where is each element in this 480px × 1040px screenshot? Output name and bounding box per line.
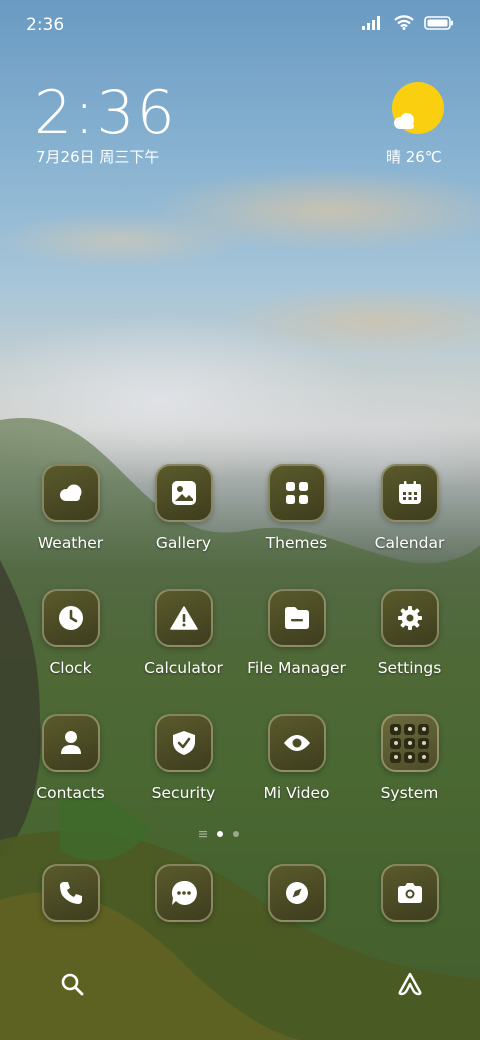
- weather-widget[interactable]: 晴 26℃: [386, 82, 446, 166]
- mini-app-icon: [418, 751, 429, 763]
- app-label: System: [380, 784, 439, 802]
- app-label: Calculator: [144, 659, 223, 677]
- app-mi-video[interactable]: Mi Video: [240, 714, 353, 839]
- app-settings[interactable]: Settings: [353, 589, 466, 714]
- search-icon[interactable]: [60, 972, 84, 996]
- gear-icon: [397, 606, 422, 630]
- app-icon: [41, 864, 100, 922]
- app-icon: [380, 464, 439, 522]
- app-icon: [41, 464, 100, 522]
- app-label: Clock: [49, 659, 92, 677]
- app-label: File Manager: [247, 659, 346, 677]
- app-gallery[interactable]: Gallery: [127, 464, 240, 589]
- compass-icon: [285, 882, 308, 904]
- folder-grid-icon: [380, 714, 439, 772]
- clock-icon: [58, 606, 83, 630]
- mini-app-icon: [418, 723, 429, 735]
- signal-icon: [362, 15, 380, 30]
- mini-app-icon: [390, 737, 401, 749]
- app-label: Gallery: [155, 534, 212, 552]
- warning-triangle-icon: [169, 606, 198, 630]
- shield-check-icon: [172, 731, 195, 755]
- app-calendar[interactable]: Calendar: [353, 464, 466, 589]
- app-security[interactable]: Security: [127, 714, 240, 839]
- app-icon: [267, 864, 326, 922]
- clock-widget-date: 7月26日 周三下午: [36, 148, 160, 166]
- app-label: Mi Video: [263, 784, 330, 802]
- assistant-icon[interactable]: [396, 971, 424, 997]
- app-icon: [380, 589, 439, 647]
- app-icon: [154, 464, 213, 522]
- mini-app-icon: [390, 751, 401, 763]
- mini-app-icon: [404, 723, 415, 735]
- app-icon: [154, 589, 213, 647]
- app-label: Security: [151, 784, 216, 802]
- app-icon: [267, 464, 326, 522]
- dock: [14, 864, 466, 924]
- grid-icon: [285, 482, 308, 504]
- app-themes[interactable]: Themes: [240, 464, 353, 589]
- app-icon: [154, 714, 213, 772]
- app-calculator[interactable]: Calculator: [127, 589, 240, 714]
- page-dot[interactable]: [233, 831, 239, 837]
- app-label: Calendar: [374, 534, 445, 552]
- battery-icon: [424, 15, 453, 30]
- app-system-folder[interactable]: System: [353, 714, 466, 839]
- app-icon: [267, 589, 326, 647]
- mini-app-icon: [418, 737, 429, 749]
- home-screen: 2:36 2:36 7月26日 周三下午 晴 26℃ Weather Galle…: [0, 0, 480, 1040]
- dock-browser[interactable]: [240, 864, 353, 924]
- mini-app-icon: [390, 723, 401, 735]
- mini-app-icon: [404, 737, 415, 749]
- app-icon: [41, 589, 100, 647]
- app-label: Contacts: [36, 784, 105, 802]
- app-file-manager[interactable]: File Manager: [240, 589, 353, 714]
- app-icon: [154, 864, 213, 922]
- folder-icon: [284, 607, 309, 629]
- wifi-icon: [394, 15, 414, 30]
- menu-lines-icon: [199, 831, 207, 838]
- bottom-bar: [0, 965, 480, 1005]
- app-weather[interactable]: Weather: [14, 464, 127, 589]
- app-label: Weather: [37, 534, 104, 552]
- status-bar: 2:36: [0, 0, 480, 50]
- app-contacts[interactable]: Contacts: [14, 714, 127, 839]
- dock-messages[interactable]: [127, 864, 240, 924]
- clock-widget-time[interactable]: 2:36: [34, 78, 177, 148]
- page-dot-active[interactable]: [217, 831, 223, 837]
- calendar-icon: [398, 481, 421, 504]
- page-indicator[interactable]: [199, 830, 239, 838]
- phone-icon: [59, 882, 82, 904]
- app-label: Settings: [377, 659, 442, 677]
- app-icon: [41, 714, 100, 772]
- dock-camera[interactable]: [353, 864, 466, 924]
- eye-icon: [283, 735, 310, 751]
- app-label: Themes: [265, 534, 328, 552]
- person-icon: [60, 731, 81, 754]
- message-icon: [171, 880, 197, 905]
- weather-text: 晴 26℃: [386, 148, 442, 166]
- partly-sunny-icon: [394, 113, 414, 129]
- status-time: 2:36: [26, 15, 65, 35]
- image-icon: [171, 481, 196, 505]
- app-clock[interactable]: Clock: [14, 589, 127, 714]
- app-icon: [380, 864, 439, 922]
- dock-phone[interactable]: [14, 864, 127, 924]
- mini-app-icon: [404, 751, 415, 763]
- cloud-icon: [59, 484, 81, 501]
- camera-icon: [397, 883, 422, 903]
- app-grid: Weather Gallery Themes Calendar Clock Ca…: [14, 464, 466, 839]
- app-icon: [267, 714, 326, 772]
